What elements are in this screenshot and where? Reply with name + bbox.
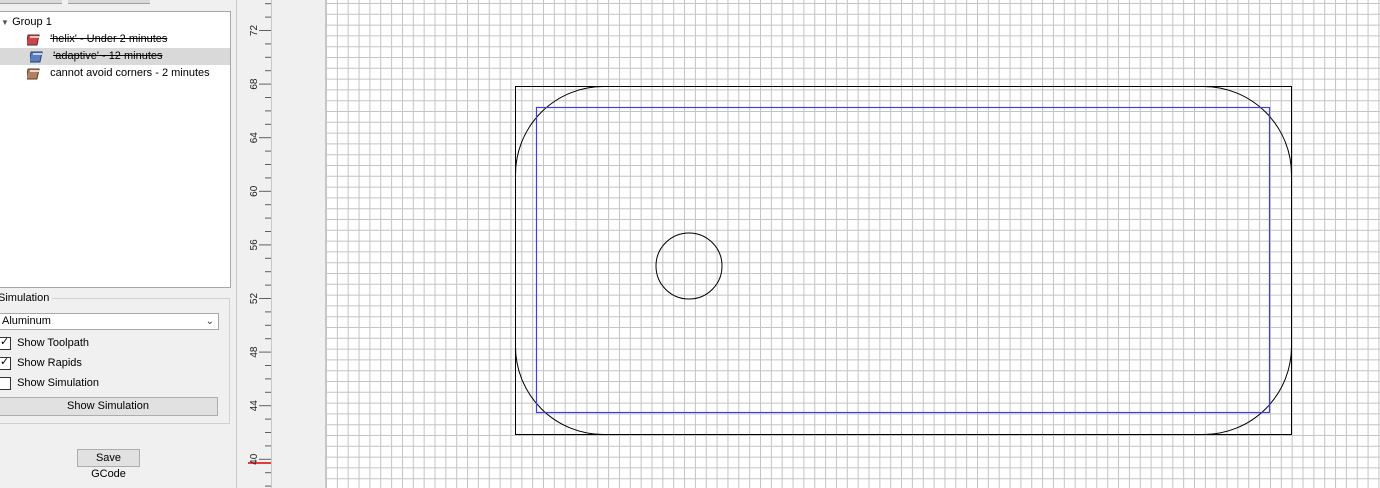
show-toolpath-label: Show Toolpath bbox=[17, 337, 90, 350]
panel-tab-2[interactable] bbox=[68, 0, 150, 4]
show-rapids-label: Show Rapids bbox=[17, 357, 82, 370]
tree-item-label: 'helix' - Under 2 minutes bbox=[50, 33, 168, 45]
simulation-group: Simulation Aluminum ⌄ ✓ Show Toolpath ✓ … bbox=[0, 291, 230, 424]
toolpath-outline bbox=[535, 106, 1271, 414]
hole-circle bbox=[655, 232, 723, 300]
expand-arrow-icon[interactable]: ▼ bbox=[1, 14, 9, 31]
simulation-group-title: Simulation bbox=[0, 291, 53, 305]
checkbox-box[interactable] bbox=[0, 376, 11, 390]
ruler-label: 68 bbox=[249, 78, 260, 90]
material-select[interactable]: Aluminum ⌄ bbox=[0, 313, 219, 330]
show-simulation-label: Show Simulation bbox=[17, 377, 99, 390]
show-toolpath-checkbox[interactable]: ✓ Show Toolpath bbox=[0, 335, 89, 351]
chevron-down-icon: ⌄ bbox=[205, 316, 214, 327]
ruler-label: 72 bbox=[249, 25, 260, 37]
stock-bounding-box bbox=[515, 86, 1292, 435]
tree-item-adaptive[interactable]: 'adaptive' - 12 minutes bbox=[0, 48, 230, 65]
ruler-label: 44 bbox=[249, 400, 260, 412]
left-panel: ▼ Group 1 'helix' - Under 2 minutes 'ada… bbox=[0, 0, 236, 488]
ruler-label: 64 bbox=[249, 132, 260, 144]
ruler-label: 60 bbox=[249, 185, 260, 197]
canvas-grid bbox=[326, 0, 1380, 488]
drawing-canvas[interactable] bbox=[326, 0, 1380, 488]
brown-book-icon bbox=[27, 68, 40, 79]
ruler-label: 52 bbox=[249, 293, 260, 305]
material-select-value: Aluminum bbox=[2, 315, 51, 327]
ruler-label: 40 bbox=[249, 453, 260, 465]
tree-item-label: 'adaptive' - 12 minutes bbox=[53, 50, 163, 62]
tree-group-row[interactable]: ▼ Group 1 bbox=[1, 14, 52, 31]
check-icon: ✓ bbox=[0, 355, 10, 368]
tree-item-label: cannot avoid corners - 2 minutes bbox=[50, 67, 210, 79]
show-rapids-checkbox[interactable]: ✓ Show Rapids bbox=[0, 355, 82, 371]
ruler-scale: 72 68 64 60 56 52 48 44 40 bbox=[248, 3, 271, 487]
side-gutter bbox=[272, 0, 326, 488]
show-simulation-button[interactable]: Show Simulation bbox=[0, 397, 218, 416]
checkbox-box[interactable]: ✓ bbox=[0, 355, 11, 370]
show-simulation-checkbox[interactable]: Show Simulation bbox=[0, 375, 99, 391]
check-icon: ✓ bbox=[0, 335, 10, 348]
save-gcode-button[interactable]: Save GCode bbox=[77, 449, 140, 480]
panel-tab-1[interactable] bbox=[0, 0, 62, 4]
red-book-icon bbox=[27, 34, 40, 45]
tree-item-corners[interactable]: cannot avoid corners - 2 minutes bbox=[27, 65, 210, 82]
ruler-label: 48 bbox=[249, 346, 260, 358]
vertical-ruler: 72 68 64 60 56 52 48 44 40 bbox=[236, 0, 272, 488]
part-outline bbox=[515, 86, 1292, 435]
ruler-label: 56 bbox=[249, 239, 260, 251]
checkbox-box[interactable]: ✓ bbox=[0, 335, 11, 350]
group-label: Group 1 bbox=[12, 16, 52, 28]
operations-tree[interactable]: ▼ Group 1 'helix' - Under 2 minutes 'ada… bbox=[0, 11, 231, 288]
tree-item-helix[interactable]: 'helix' - Under 2 minutes bbox=[27, 31, 167, 48]
blue-book-icon bbox=[30, 51, 43, 62]
